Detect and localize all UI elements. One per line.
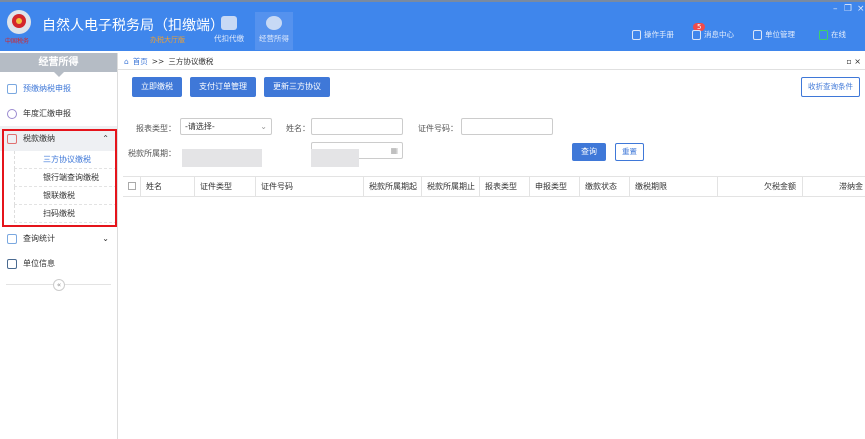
tax-logo: 中国税务 — [5, 10, 31, 45]
col-deadline[interactable]: 缴税期限 — [630, 177, 718, 196]
col-report-type[interactable]: 报表类型 — [480, 177, 530, 196]
update-agreement-button[interactable]: 更新三方协议 — [264, 77, 330, 97]
minimize-icon[interactable]: – — [833, 4, 838, 14]
messages-button[interactable]: 消息中心 — [692, 29, 734, 40]
sidebar: 经营所得 预缴纳税申报 年度汇缴申报 税款缴纳 ⌃ 三方协议缴税 银行端查询缴税 … — [0, 53, 118, 439]
main-content: ⌂ 首页 >> 三方协议缴税 ▫ × 立即缴税 支付订单管理 更新三方协议 收折查询条… — [118, 53, 865, 439]
svg-text:中国税务: 中国税务 — [5, 37, 29, 45]
col-id-type[interactable]: 证件类型 — [195, 177, 256, 196]
wallet-icon — [221, 16, 237, 30]
app-title: 自然人电子税务局（扣缴端） — [42, 18, 224, 34]
breadcrumb-sep: >> — [151, 56, 165, 66]
sidebar-item-unit-info[interactable]: 单位信息 — [0, 251, 117, 276]
unit-label: 单位管理 — [765, 30, 795, 39]
app-subtitle: 办税大厅版 — [150, 36, 185, 44]
col-id-number[interactable]: 证件号码 — [256, 177, 364, 196]
close-icon[interactable]: × — [857, 4, 865, 14]
redacted-block — [311, 149, 359, 167]
manual-button[interactable]: 操作手册 — [632, 29, 674, 40]
item-label: 查询统计 — [23, 234, 55, 243]
redacted-block — [182, 149, 262, 167]
reset-button[interactable]: 重置 — [615, 143, 644, 161]
collapse-sidebar-button[interactable]: « — [53, 279, 65, 291]
tab-business-income[interactable]: 经营所得 — [255, 12, 293, 50]
sidebar-item-query[interactable]: 查询统计 ⌄ — [0, 226, 117, 251]
id-number-label: 证件号码： — [418, 124, 458, 133]
yen-icon — [7, 108, 17, 119]
manual-label: 操作手册 — [644, 30, 674, 39]
name-label: 姓名： — [286, 124, 310, 133]
unit-management-button[interactable]: 单位管理 — [753, 29, 795, 40]
list-icon — [7, 258, 17, 269]
tab-label: 经营所得 — [259, 34, 289, 43]
col-arrears[interactable]: 欠税金额 — [718, 177, 803, 196]
chart-icon — [7, 233, 17, 244]
item-label: 单位信息 — [23, 259, 55, 268]
collapse-query-button[interactable]: 收折查询条件 — [801, 77, 860, 97]
document-icon — [632, 29, 641, 40]
divider: « — [6, 279, 111, 291]
close-tab-icon[interactable]: ▫ × — [846, 57, 861, 66]
results-table-header: 姓名 证件类型 证件号码 税款所属期起 税款所属期止 报表类型 申报类型 缴款状… — [123, 176, 865, 197]
breadcrumb-current: 三方协议缴税 — [168, 56, 214, 66]
building-icon — [753, 29, 762, 40]
name-input[interactable] — [311, 118, 403, 135]
online-status[interactable]: 在线 — [819, 29, 846, 40]
clipboard-icon — [7, 83, 17, 94]
monitor-icon — [819, 29, 828, 40]
col-declare-type[interactable]: 申报类型 — [530, 177, 580, 196]
online-label: 在线 — [831, 30, 846, 39]
mail-icon — [692, 29, 701, 40]
col-period-end[interactable]: 税款所属期止 — [422, 177, 480, 196]
home-icon[interactable]: ⌂ — [124, 57, 129, 66]
select-all-checkbox[interactable] — [123, 177, 141, 196]
sidebar-item-annual[interactable]: 年度汇缴申报 — [0, 101, 117, 126]
item-label: 预缴纳税申报 — [23, 84, 71, 93]
tab-label: 代扣代缴 — [214, 34, 244, 43]
sidebar-item-prepay[interactable]: 预缴纳税申报 — [0, 76, 117, 101]
col-period-start[interactable]: 税款所属期起 — [364, 177, 422, 196]
query-button[interactable]: 查询 — [572, 143, 606, 161]
col-late-fee[interactable]: 滞纳金 — [803, 177, 865, 196]
item-label: 年度汇缴申报 — [23, 109, 71, 118]
col-payment-status[interactable]: 缴款状态 — [580, 177, 630, 196]
breadcrumb-home[interactable]: 首页 — [133, 56, 148, 67]
highlight-box — [2, 129, 117, 227]
chevron-down-icon: ⌄ — [102, 234, 109, 243]
col-name[interactable]: 姓名 — [141, 177, 195, 196]
calendar-icon[interactable]: ▦ — [390, 143, 398, 158]
sidebar-title: 经营所得 — [0, 53, 117, 77]
id-number-input[interactable] — [461, 118, 553, 135]
report-type-select[interactable]: -请选择- ⌄ — [180, 118, 272, 135]
coins-icon — [266, 16, 282, 30]
breadcrumb: ⌂ 首页 >> 三方协议缴税 — [118, 53, 865, 70]
select-value: -请选择- — [185, 122, 215, 131]
report-type-label: 报表类型： — [136, 124, 176, 133]
messages-label: 消息中心 — [704, 30, 734, 39]
chevron-down-icon: ⌄ — [260, 122, 267, 131]
tax-period-label: 税款所属期： — [128, 149, 176, 158]
app-header: 中国税务 自然人电子税务局（扣缴端） 办税大厅版 代扣代缴 经营所得 – ❐ ×… — [0, 0, 865, 51]
order-management-button[interactable]: 支付订单管理 — [190, 77, 256, 97]
restore-icon[interactable]: ❐ — [844, 4, 852, 14]
tab-withholding[interactable]: 代扣代缴 — [210, 12, 248, 50]
pay-now-button[interactable]: 立即缴税 — [132, 77, 182, 97]
